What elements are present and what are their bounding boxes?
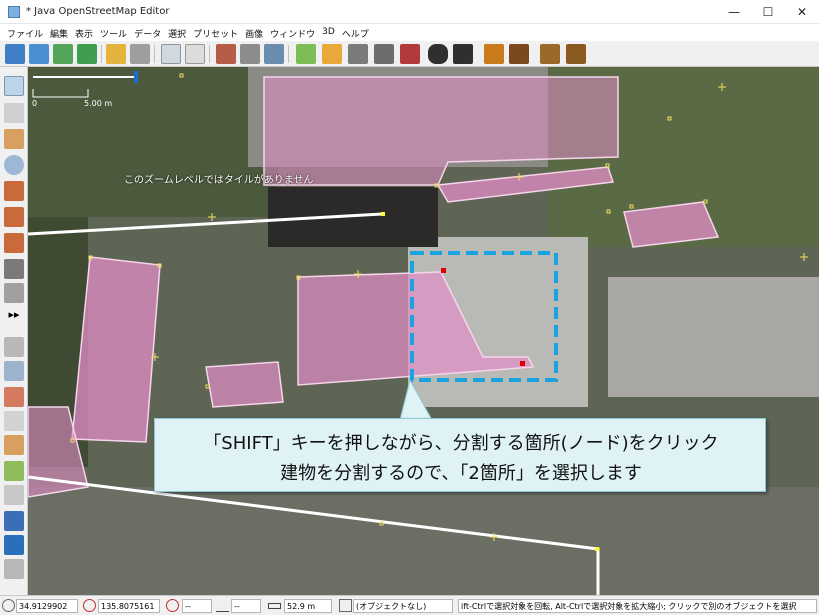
save-icon[interactable] bbox=[29, 44, 49, 64]
heading-value: -- bbox=[182, 599, 212, 613]
toolbar-separator bbox=[101, 45, 102, 63]
combine-way-icon[interactable] bbox=[240, 44, 260, 64]
download-icon[interactable] bbox=[53, 44, 73, 64]
menu-view[interactable]: 表示 bbox=[72, 24, 97, 41]
building-area bbox=[205, 361, 284, 408]
preset-castle-icon[interactable] bbox=[540, 44, 560, 64]
preset-factory-icon[interactable] bbox=[566, 44, 586, 64]
filter-icon[interactable] bbox=[4, 559, 24, 579]
menu-tools[interactable]: ツール bbox=[97, 24, 131, 41]
menu-imagery[interactable]: 画像 bbox=[242, 24, 267, 41]
delete-mode-icon[interactable] bbox=[4, 181, 24, 201]
lasso-mode-icon[interactable] bbox=[4, 103, 24, 123]
menu-3d[interactable]: 3D bbox=[319, 24, 339, 41]
parallel-mode-icon[interactable] bbox=[4, 207, 24, 227]
preset-wall-icon[interactable] bbox=[400, 44, 420, 64]
building-tool-icon[interactable] bbox=[4, 259, 24, 279]
latitude-value: 34.9129902 bbox=[16, 599, 78, 613]
map-canvas[interactable] bbox=[28, 67, 819, 595]
instruction-callout: 「SHIFT」キーを押しながら、分割する箇所(ノード)をクリック 建物を分割する… bbox=[154, 418, 766, 492]
preset-road-icon[interactable] bbox=[322, 44, 342, 64]
menu-data[interactable]: データ bbox=[131, 24, 165, 41]
authors-icon[interactable] bbox=[4, 485, 24, 505]
longitude-icon bbox=[83, 599, 96, 612]
zoom-to-selection-icon[interactable] bbox=[161, 44, 181, 64]
selected-node bbox=[520, 361, 525, 366]
maximize-button[interactable]: ☐ bbox=[751, 0, 785, 24]
improve-way-icon[interactable] bbox=[4, 233, 24, 253]
draw-mode-icon[interactable] bbox=[4, 129, 24, 149]
heading-icon bbox=[166, 599, 179, 612]
select-mode-icon[interactable] bbox=[4, 76, 24, 96]
preset-barrier-icon[interactable] bbox=[374, 44, 394, 64]
layers-icon[interactable] bbox=[4, 337, 24, 357]
open-file-icon[interactable] bbox=[5, 44, 25, 64]
josm-app-icon bbox=[8, 6, 20, 18]
history-icon[interactable] bbox=[4, 435, 24, 455]
split-way-icon[interactable] bbox=[216, 44, 236, 64]
main-toolbar bbox=[0, 41, 819, 67]
scale-start-label: 0 bbox=[32, 99, 38, 108]
status-bar: 34.9129902 135.8075161 -- -- 52.9 m (オブジ… bbox=[0, 595, 819, 615]
latitude-icon bbox=[2, 599, 15, 612]
close-button[interactable]: ✕ bbox=[785, 0, 819, 24]
imagery-icon[interactable] bbox=[4, 461, 24, 481]
menu-selection[interactable]: 選択 bbox=[165, 24, 190, 41]
title-bar: * Java OpenStreetMap Editor — ☐ ✕ bbox=[0, 0, 819, 24]
way-node bbox=[381, 212, 385, 216]
zoom-slider-handle bbox=[134, 71, 138, 83]
selection-value: (オブジェクトなし) bbox=[353, 599, 453, 613]
reverse-way-icon[interactable] bbox=[264, 44, 284, 64]
angle-value: -- bbox=[231, 599, 261, 613]
angle-icon bbox=[216, 599, 229, 612]
redo-icon[interactable] bbox=[130, 44, 150, 64]
way-node bbox=[595, 547, 599, 551]
toolbar-separator bbox=[288, 45, 289, 63]
callout-line-2: 建物を分割するので、「2箇所」を選択します bbox=[280, 463, 642, 484]
toolbar-separator bbox=[209, 45, 210, 63]
preset-bus-icon[interactable] bbox=[453, 44, 473, 64]
selection-icon bbox=[339, 599, 352, 612]
menu-file[interactable]: ファイル bbox=[4, 24, 47, 41]
tile-unavailable-message: このズームレベルではタイルがありません bbox=[124, 175, 314, 186]
menu-edit[interactable]: 編集 bbox=[47, 24, 72, 41]
extrude-mode-icon[interactable] bbox=[4, 283, 24, 303]
menu-presets[interactable]: プリセット bbox=[190, 24, 242, 41]
distance-icon bbox=[268, 603, 281, 609]
selection-list-icon[interactable] bbox=[4, 411, 24, 431]
preferences-icon[interactable] bbox=[185, 44, 205, 64]
menu-bar: ファイル 編集 表示 ツール データ 選択 プリセット 画像 ウィンドウ 3D … bbox=[0, 24, 819, 41]
toolbar-separator bbox=[154, 45, 155, 63]
validation-icon[interactable] bbox=[4, 535, 24, 555]
window-title: * Java OpenStreetMap Editor bbox=[26, 6, 170, 17]
more-tools-icon[interactable]: ▸▸ bbox=[4, 305, 24, 325]
preset-restaurant-icon[interactable] bbox=[509, 44, 529, 64]
undo-icon[interactable] bbox=[106, 44, 126, 64]
relations-icon[interactable] bbox=[4, 387, 24, 407]
selected-node bbox=[441, 268, 446, 273]
conflict-icon[interactable] bbox=[4, 511, 24, 531]
map-mode-toolbar: ▸▸ bbox=[0, 67, 28, 595]
preset-amenity-icon[interactable] bbox=[484, 44, 504, 64]
longitude-value: 135.8075161 bbox=[98, 599, 160, 613]
map-view[interactable]: 0 5.00 m このズームレベルではタイルがありません bbox=[28, 67, 819, 595]
help-text: ift-Ctrlで選択対象を回転, Alt-Ctrlで選択対象を拡大縮小; クリ… bbox=[458, 599, 817, 613]
tags-icon[interactable] bbox=[4, 361, 24, 381]
scale-end-label: 5.00 m bbox=[84, 99, 113, 108]
menu-help[interactable]: ヘルプ bbox=[339, 24, 373, 41]
callout-line-1: 「SHIFT」キーを押しながら、分割する箇所(ノード)をクリック bbox=[203, 433, 719, 454]
zoom-mode-icon[interactable] bbox=[4, 155, 24, 175]
menu-windows[interactable]: ウィンドウ bbox=[267, 24, 319, 41]
preset-traffic-signal-icon[interactable] bbox=[348, 44, 368, 64]
preset-park-icon[interactable] bbox=[296, 44, 316, 64]
minimize-button[interactable]: — bbox=[717, 0, 751, 24]
upload-icon[interactable] bbox=[77, 44, 97, 64]
preset-car-icon[interactable] bbox=[428, 44, 448, 64]
distance-value: 52.9 m bbox=[284, 599, 332, 613]
